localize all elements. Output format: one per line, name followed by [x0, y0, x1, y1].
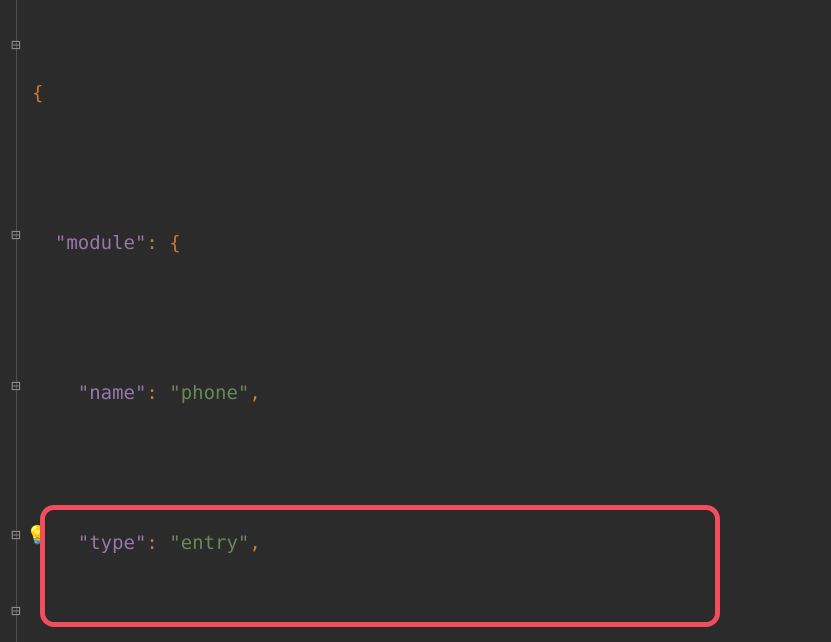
code-line[interactable]: "module": { — [30, 225, 831, 263]
brace-open: { — [32, 82, 43, 104]
brace-open: { — [169, 232, 180, 254]
fold-toggle-icon[interactable]: ⊟ — [8, 26, 24, 42]
json-string: "phone" — [169, 382, 249, 404]
fold-toggle-icon[interactable]: ⊟ — [8, 216, 24, 232]
json-key: "type" — [78, 532, 147, 554]
code-line[interactable]: { — [30, 75, 831, 113]
code-area[interactable]: { "module": { "name": "phone", "type": "… — [30, 0, 831, 642]
gutter: ⊟ ⊟ ⊟ ⊟ ⊟ 💡 — [0, 0, 30, 642]
fold-toggle-icon[interactable]: ⊟ — [8, 367, 24, 383]
code-line[interactable]: "type": "entry", — [30, 525, 831, 563]
json-key: "module" — [55, 232, 147, 254]
fold-toggle-icon[interactable]: ⊟ — [8, 592, 24, 608]
json-string: "entry" — [169, 532, 249, 554]
code-editor[interactable]: ⊟ ⊟ ⊟ ⊟ ⊟ 💡 { "module": { "name": "phone… — [0, 0, 831, 642]
fold-guide-line — [16, 0, 17, 642]
json-key: "name" — [78, 382, 147, 404]
code-line[interactable]: "name": "phone", — [30, 375, 831, 413]
fold-toggle-icon[interactable]: ⊟ — [8, 516, 24, 532]
